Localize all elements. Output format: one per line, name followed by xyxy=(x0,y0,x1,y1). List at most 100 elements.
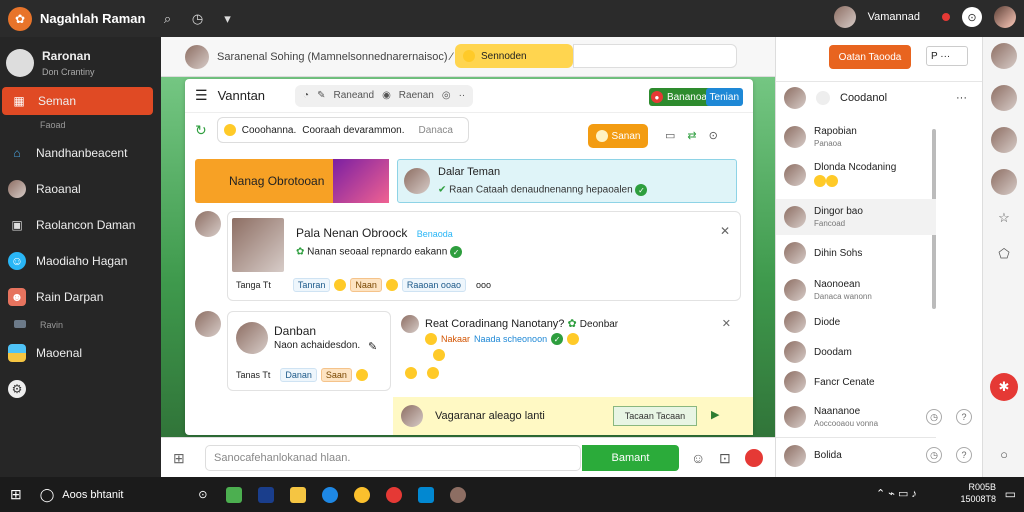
sidebar-item-user[interactable]: Raoanal xyxy=(0,171,161,207)
emoji-icon[interactable] xyxy=(405,367,417,379)
settings-icon[interactable]: ⊙ xyxy=(709,129,718,142)
post-tag[interactable]: Deonbar xyxy=(580,319,618,330)
sidebar-item-people[interactable]: ☻ Rain Darpan xyxy=(0,279,161,315)
online-chip[interactable]: ● Bananoa xyxy=(648,88,713,106)
info-icon[interactable]: ? xyxy=(956,409,972,425)
post-image[interactable] xyxy=(232,218,284,272)
reaction-chip[interactable]: Danan xyxy=(280,368,317,382)
notice-button[interactable]: Tacaan Tacaan xyxy=(613,406,697,426)
info-icon[interactable]: ? xyxy=(956,447,972,463)
clock-icon[interactable]: ◷ xyxy=(926,409,942,425)
announcement-banner[interactable]: Nanag Obrotooan xyxy=(195,159,389,203)
account-avatar[interactable] xyxy=(994,6,1016,28)
reaction-chip[interactable]: Saan xyxy=(320,368,352,382)
post-author-avatar[interactable] xyxy=(195,211,221,237)
star-icon[interactable]: ☆ xyxy=(991,205,1017,231)
view-toggle-label[interactable]: Raenan xyxy=(399,90,434,101)
notification-icon[interactable]: ▭ xyxy=(1005,487,1016,501)
search-icon[interactable]: ⌕ xyxy=(159,11,175,27)
app-icon[interactable] xyxy=(449,486,466,503)
post-avatar[interactable] xyxy=(236,322,268,354)
member-item[interactable]: Dihin Sohs xyxy=(776,235,936,271)
refresh-icon[interactable]: ↻ xyxy=(195,122,207,139)
member-item[interactable]: Dingor bao Fancoad xyxy=(776,199,936,235)
member-item[interactable]: Naonoean Danaca wanonn xyxy=(776,272,936,308)
reaction-chip[interactable]: Raaoan ooao xyxy=(401,278,466,292)
profile-card[interactable]: Raronan Don Crantiny xyxy=(0,37,161,87)
invite-button[interactable]: Oatan Taooda xyxy=(829,45,911,69)
sidebar-item-settings[interactable]: ⚙ xyxy=(0,371,161,407)
attachment-icon[interactable]: ⊞ xyxy=(173,450,185,467)
rail-avatar[interactable] xyxy=(991,85,1017,111)
header-input[interactable] xyxy=(573,44,737,68)
compose-icon[interactable]: ✱ xyxy=(990,373,1018,401)
member-item[interactable]: Bolida xyxy=(776,437,936,473)
tab-chip[interactable]: Tenian xyxy=(705,88,743,106)
rail-avatar[interactable] xyxy=(991,169,1017,195)
pentagon-icon[interactable]: ⬠ xyxy=(991,241,1017,267)
record-icon[interactable] xyxy=(745,449,763,467)
edit-icon[interactable]: ✎ xyxy=(368,340,377,353)
settings-button[interactable]: ⊙ xyxy=(962,7,982,27)
browser-icon[interactable] xyxy=(385,486,402,503)
edge-icon[interactable] xyxy=(321,486,338,503)
message-input[interactable]: Sanocafehanlokanad hlaan. xyxy=(205,445,581,471)
sidebar-sub-label[interactable]: Faoad xyxy=(0,115,161,135)
post-avatar[interactable] xyxy=(401,315,419,333)
breadcrumb[interactable]: Saranenal Sohing (Mamnelsonnednarernaiso… xyxy=(217,51,452,63)
gif-icon[interactable]: ⊡ xyxy=(719,450,731,467)
rail-avatar[interactable] xyxy=(991,43,1017,69)
emoji-icon[interactable]: ☺ xyxy=(691,450,705,466)
app-icon[interactable] xyxy=(225,486,242,503)
rail-avatar[interactable] xyxy=(991,127,1017,153)
reaction-chip[interactable]: Tanran xyxy=(292,278,331,292)
info-banner[interactable]: Dalar Teman ✔ Raan Cataah denaudnenanng … xyxy=(397,159,737,203)
post-author-avatar[interactable] xyxy=(195,311,221,337)
sidebar-item-briefcase[interactable]: ▣ Raolancon Daman xyxy=(0,207,161,243)
send-button[interactable]: Bamant xyxy=(582,445,679,471)
play-icon[interactable]: ▶ xyxy=(711,408,719,421)
notification-dot-icon[interactable] xyxy=(942,13,950,21)
clock-icon[interactable]: ◷ xyxy=(926,447,942,463)
status-pill[interactable]: Sennoden xyxy=(455,44,573,68)
chrome-icon[interactable] xyxy=(353,486,370,503)
close-icon[interactable]: ✕ xyxy=(720,224,730,238)
emoji-icon[interactable] xyxy=(427,367,439,379)
store-icon[interactable] xyxy=(417,486,434,503)
link-icon[interactable]: ⇄ xyxy=(687,129,696,142)
options-box[interactable]: P ··· xyxy=(926,46,968,66)
sidebar-item-chat[interactable]: ☺ Maodiaho Hagan xyxy=(0,243,161,279)
sidebar-item-seman[interactable]: ▦ Seman xyxy=(2,87,153,115)
sidebar-sub-label[interactable]: Ravin xyxy=(0,315,161,335)
member-item[interactable]: Rapobian Panaoa xyxy=(776,119,936,155)
post-tag[interactable]: Benaoda xyxy=(417,229,453,239)
more-icon[interactable]: ··· xyxy=(956,92,967,104)
folder-icon[interactable] xyxy=(289,486,306,503)
more-icon[interactable]: ooo xyxy=(476,280,491,290)
view-toggle[interactable]: ◔ ✎ Raneand ◉ Raenan ◎ ·· xyxy=(295,84,474,107)
channel-avatar[interactable] xyxy=(185,44,209,69)
search-icon[interactable]: ◯ xyxy=(40,487,55,503)
topic-input[interactable]: Cooohanna. Cooraah devarammon. Danaca xyxy=(216,117,469,143)
member-item[interactable]: Dlonda Ncodaning xyxy=(776,157,936,193)
reaction-chip[interactable]: Naada scheonoon xyxy=(474,334,547,344)
clock[interactable]: R005B 15008T8 xyxy=(960,481,996,505)
member-item[interactable]: Fancr Cenate xyxy=(776,364,936,400)
view-toggle-label[interactable]: Raneand xyxy=(333,90,374,101)
menu-icon[interactable]: ☰ xyxy=(195,87,208,104)
task-view-icon[interactable]: ⊙ xyxy=(198,488,207,501)
close-icon[interactable]: ✕ xyxy=(722,317,731,330)
settings-icon[interactable]: ○ xyxy=(991,441,1017,467)
chevron-down-icon[interactable]: ▾ xyxy=(219,11,235,27)
user-avatar[interactable] xyxy=(833,6,856,28)
action-button[interactable]: Sanan xyxy=(588,124,648,148)
sidebar-item-home[interactable]: ⌂ Nandhanbeacent xyxy=(0,135,161,171)
reaction-chip[interactable]: Nakaar xyxy=(441,334,470,344)
reaction-chip[interactable]: Naan xyxy=(350,278,382,292)
camera-icon[interactable]: ▭ xyxy=(665,129,675,142)
sidebar-item-image[interactable]: Maoenal xyxy=(0,335,161,371)
start-icon[interactable]: ⊞ xyxy=(10,486,22,503)
clock-icon[interactable]: ◷ xyxy=(189,11,205,27)
taskbar-search[interactable]: Aoos bhtanit xyxy=(62,489,198,501)
app-icon[interactable] xyxy=(257,486,274,503)
